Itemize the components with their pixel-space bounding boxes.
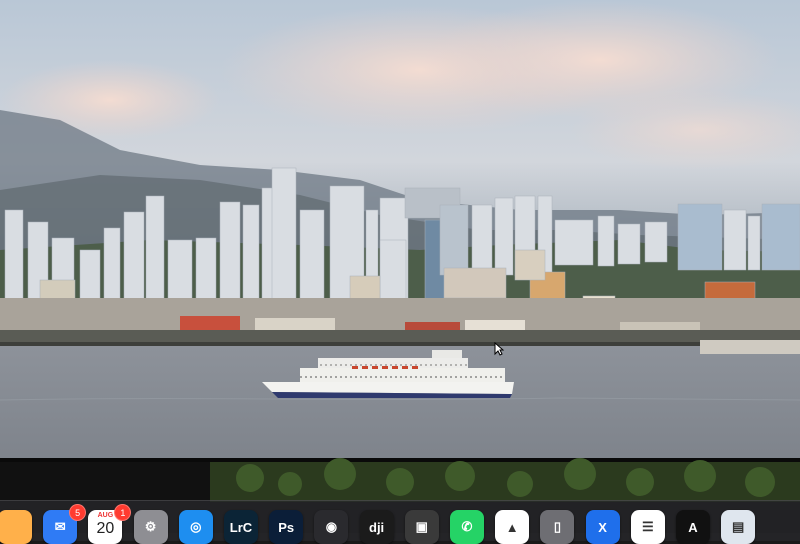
- launchpad-icon[interactable]: [0, 510, 32, 544]
- x-glyph: X: [598, 519, 607, 535]
- x-icon[interactable]: X: [585, 510, 620, 544]
- iphone-mirroring-icon[interactable]: ▯: [540, 510, 575, 544]
- lightroom-classic-icon[interactable]: LrC: [224, 510, 258, 544]
- photoshop-glyph: Ps: [278, 519, 295, 535]
- instruments-icon[interactable]: A: [676, 510, 710, 544]
- whatsapp-icon[interactable]: ✆: [450, 510, 484, 544]
- preview-icon[interactable]: ▤: [721, 510, 756, 544]
- desktop-wallpaper: [0, 0, 800, 462]
- google-drive-glyph: ▲: [505, 519, 519, 535]
- lightroom-classic-glyph: LrC: [229, 519, 253, 535]
- mouse-pointer-icon: [494, 342, 504, 356]
- instruments-glyph: A: [688, 519, 698, 535]
- photo-booth-icon[interactable]: ▣: [404, 510, 439, 544]
- safari-icon[interactable]: ◎: [178, 510, 213, 544]
- davinci-resolve-icon[interactable]: ◉: [314, 510, 349, 544]
- photoshop-icon[interactable]: Ps: [269, 510, 304, 544]
- calendar-day: 20: [96, 520, 115, 537]
- system-settings-icon[interactable]: ⚙: [133, 510, 168, 544]
- dji-icon[interactable]: dji: [359, 510, 394, 544]
- google-drive-icon[interactable]: ▲: [495, 510, 530, 544]
- dji-glyph: dji: [369, 519, 385, 535]
- reminders-icon[interactable]: ☰: [630, 510, 665, 544]
